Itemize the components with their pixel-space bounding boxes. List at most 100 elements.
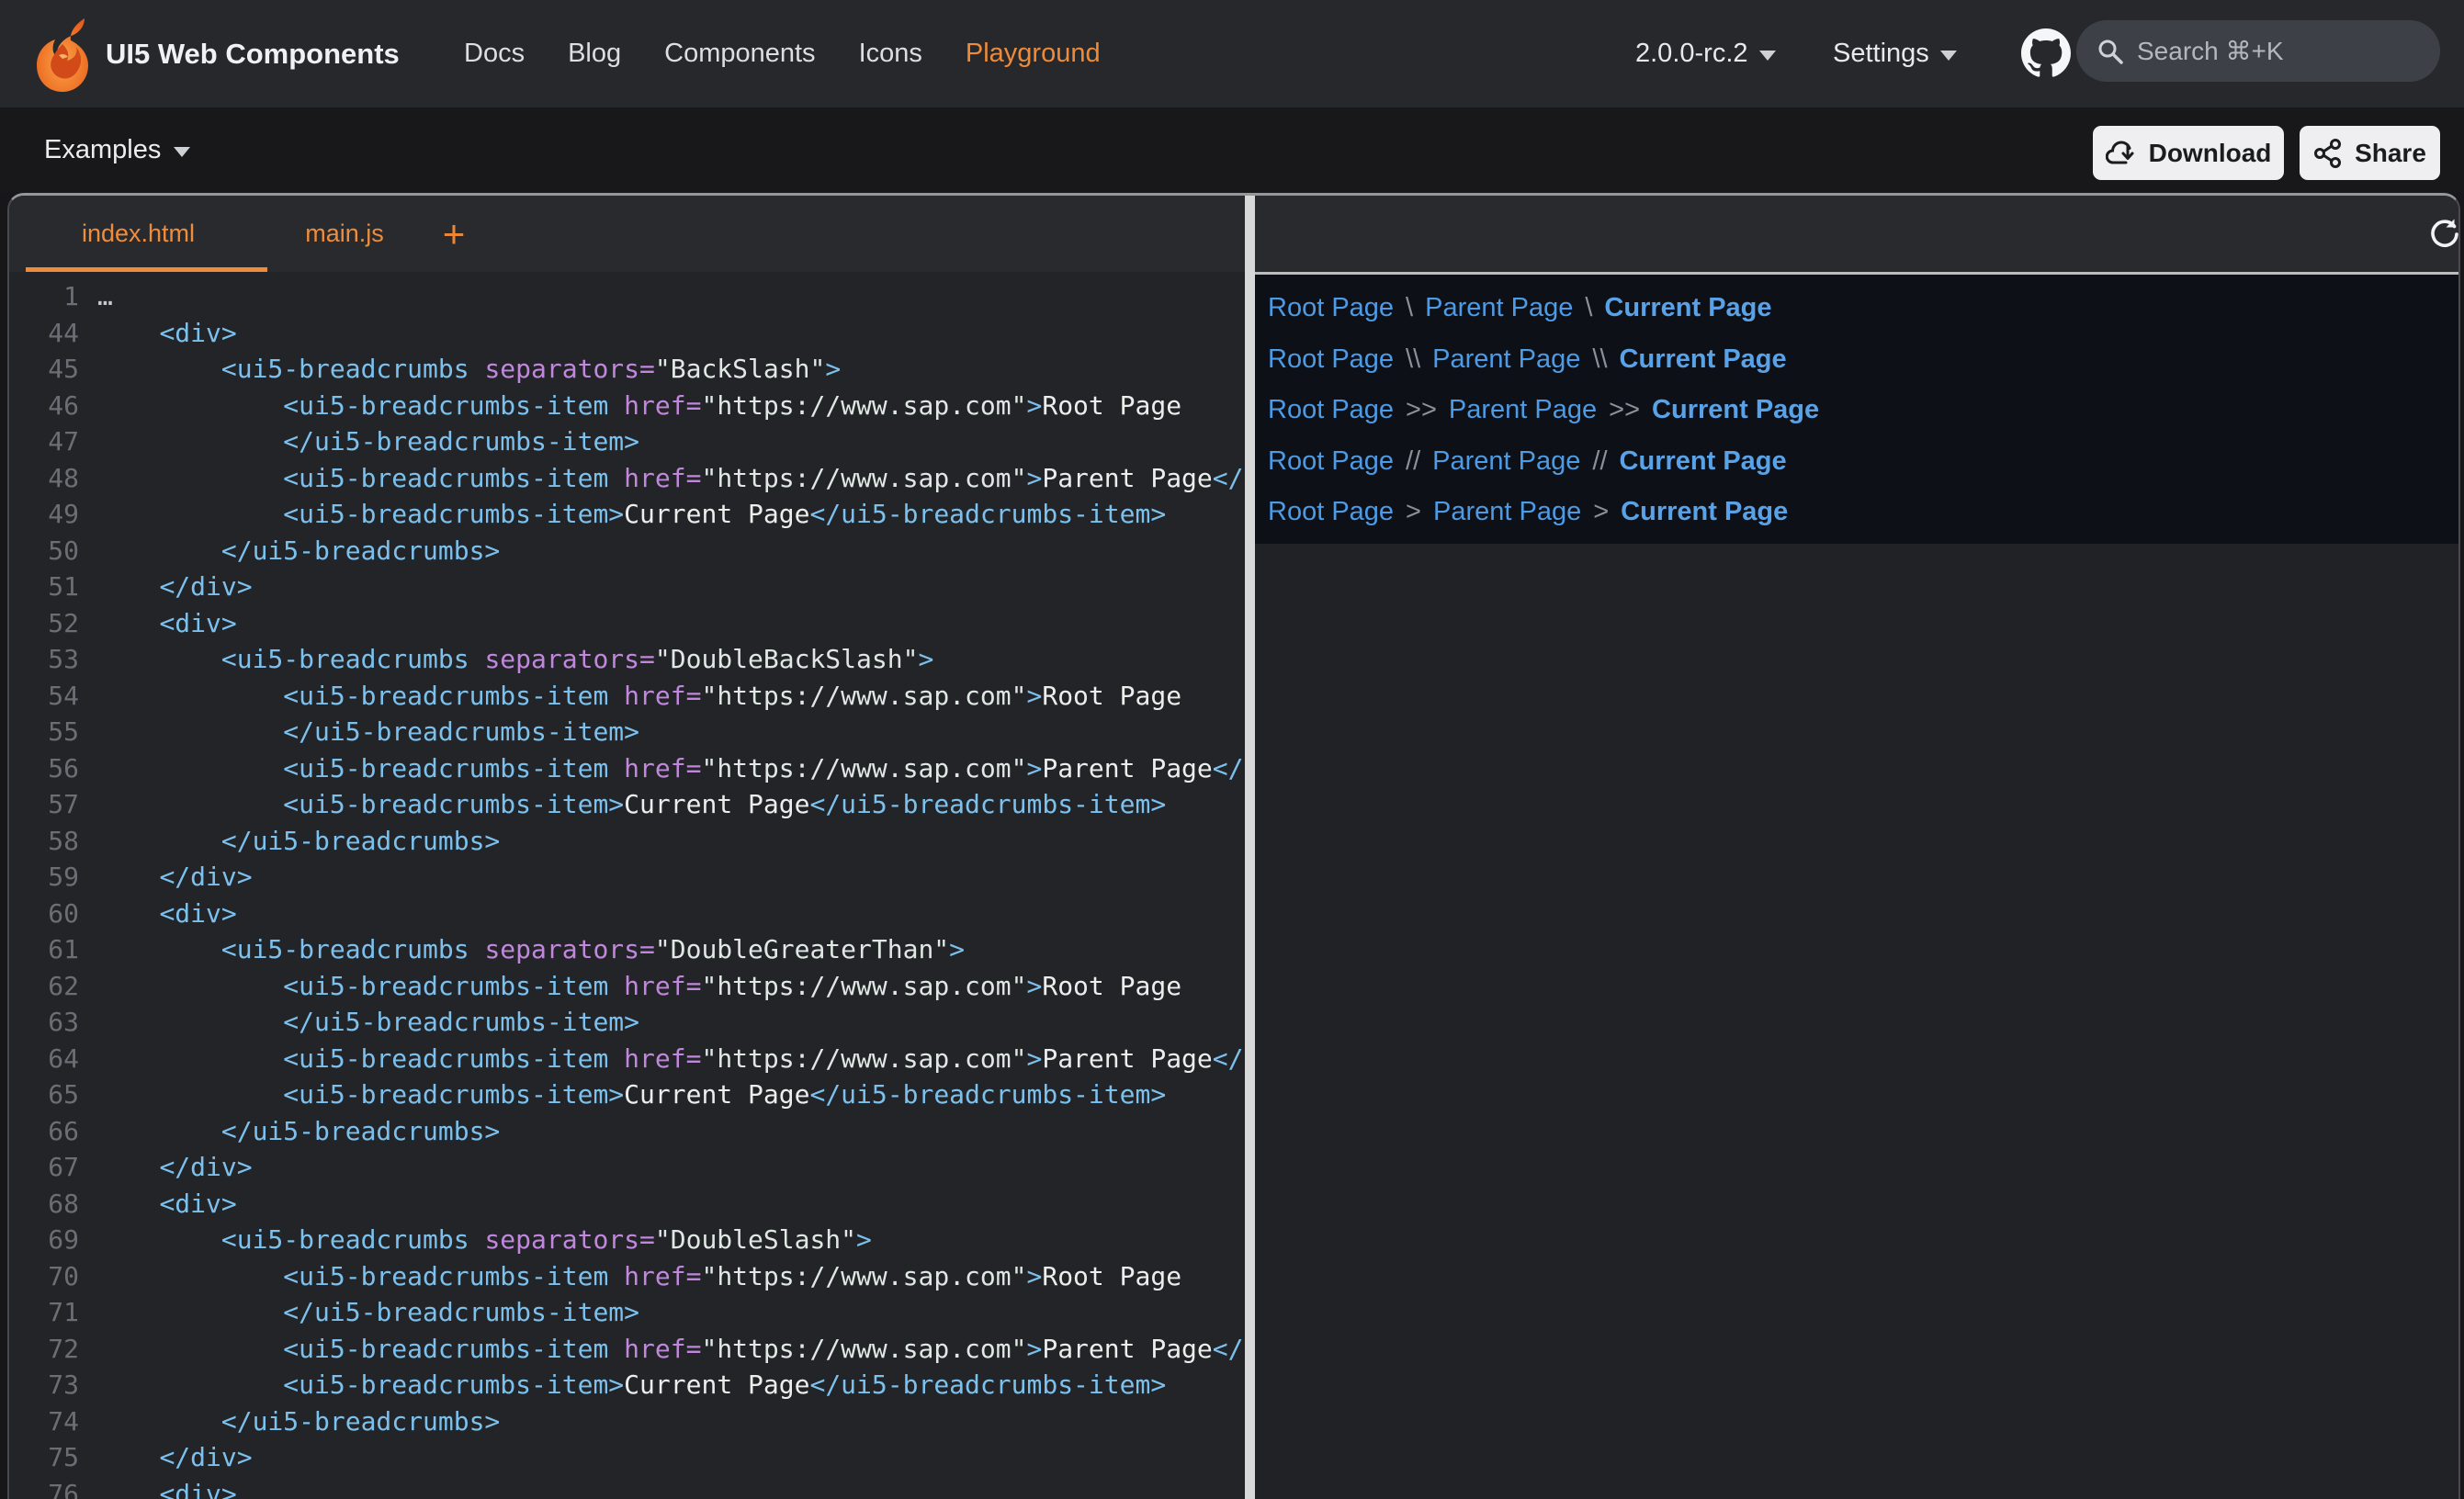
refresh-icon[interactable] xyxy=(2425,215,2460,254)
version-dropdown[interactable]: 2.0.0-rc.2 xyxy=(1635,0,1776,107)
line-source: <ui5-breadcrumbs-item>Current Page</ui5-… xyxy=(97,1076,1166,1113)
settings-label: Settings xyxy=(1833,39,1929,69)
settings-dropdown[interactable]: Settings xyxy=(1833,0,1957,107)
breadcrumbs-row: Root Page // Parent Page // Current Page xyxy=(1268,436,2458,488)
code-line: 56 <ui5-breadcrumbs-item href="https://w… xyxy=(9,750,1245,787)
nav-item-blog[interactable]: Blog xyxy=(568,39,621,69)
line-source: <ui5-breadcrumbs-item href="https://www.… xyxy=(97,1258,1181,1295)
line-number: 73 xyxy=(9,1367,79,1403)
code-line: 61 <ui5-breadcrumbs separators="DoubleGr… xyxy=(9,931,1245,968)
line-number: 74 xyxy=(9,1403,79,1440)
line-source: </ui5-breadcrumbs> xyxy=(97,1403,500,1440)
line-source: </ui5-breadcrumbs-item> xyxy=(97,423,639,460)
code-line: 46 <ui5-breadcrumbs-item href="https://w… xyxy=(9,388,1245,424)
tab-label: index.html xyxy=(82,220,195,248)
breadcrumb-link[interactable]: Root Page xyxy=(1268,293,1394,323)
code-line: 67 </div> xyxy=(9,1149,1245,1186)
code-line: 59 </div> xyxy=(9,859,1245,896)
code-line: 49 <ui5-breadcrumbs-item>Current Page</u… xyxy=(9,496,1245,533)
panel-splitter-handle[interactable] xyxy=(1245,196,1255,1499)
chevron-down-icon xyxy=(174,147,190,157)
code-line: 44 <div> xyxy=(9,315,1245,352)
code-line: 74 </ui5-breadcrumbs> xyxy=(9,1403,1245,1440)
line-number: 68 xyxy=(9,1186,79,1223)
breadcrumb-current: Current Page xyxy=(1620,446,1787,477)
line-number: 63 xyxy=(9,1004,79,1041)
code-line: 64 <ui5-breadcrumbs-item href="https://w… xyxy=(9,1041,1245,1077)
tab-index.html[interactable]: index.html xyxy=(9,196,267,272)
code-editor[interactable]: 1…44 <div>45 <ui5-breadcrumbs separators… xyxy=(9,272,1245,1499)
github-icon[interactable] xyxy=(2021,28,2071,78)
breadcrumb-link[interactable]: Parent Page xyxy=(1449,395,1597,425)
breadcrumb-link[interactable]: Root Page xyxy=(1268,344,1394,375)
breadcrumb-link[interactable]: Parent Page xyxy=(1433,497,1581,527)
breadcrumb-separator: // xyxy=(1592,446,1607,477)
breadcrumb-separator: > xyxy=(1406,497,1421,527)
examples-dropdown[interactable]: Examples xyxy=(44,107,190,193)
download-button[interactable]: Download xyxy=(2093,126,2284,180)
code-line: 65 <ui5-breadcrumbs-item>Current Page</u… xyxy=(9,1076,1245,1113)
breadcrumb-link[interactable]: Root Page xyxy=(1268,395,1394,425)
breadcrumb-link[interactable]: Parent Page xyxy=(1425,293,1573,323)
code-line: 45 <ui5-breadcrumbs separators="BackSlas… xyxy=(9,351,1245,388)
code-line: 50 </ui5-breadcrumbs> xyxy=(9,533,1245,569)
line-source: </div> xyxy=(97,1149,253,1186)
line-source: … xyxy=(97,278,113,315)
line-source: <div> xyxy=(97,896,237,932)
breadcrumb-link[interactable]: Parent Page xyxy=(1432,446,1580,477)
line-source: <ui5-breadcrumbs-item href="https://www.… xyxy=(97,968,1181,1005)
code-line: 71 </ui5-breadcrumbs-item> xyxy=(9,1294,1245,1331)
line-number: 72 xyxy=(9,1331,79,1368)
download-label: Download xyxy=(2149,139,2272,168)
code-line: 51 </div> xyxy=(9,569,1245,605)
breadcrumbs-row: Root Page>>Parent Page>>Current Page xyxy=(1268,385,2458,436)
share-button[interactable]: Share xyxy=(2300,126,2440,180)
breadcrumb-separator: \\ xyxy=(1406,344,1420,375)
examples-label: Examples xyxy=(44,135,161,165)
cloud-download-icon xyxy=(2106,140,2137,167)
nav-item-components[interactable]: Components xyxy=(664,39,815,69)
line-source: <ui5-breadcrumbs-item href="https://www.… xyxy=(97,750,1245,787)
search-placeholder: Search ⌘+K xyxy=(2137,36,2284,66)
code-line: 73 <ui5-breadcrumbs-item>Current Page</u… xyxy=(9,1367,1245,1403)
nav-item-playground[interactable]: Playground xyxy=(966,39,1101,69)
preview-toolbar xyxy=(1255,196,2458,272)
code-line: 58 </ui5-breadcrumbs> xyxy=(9,823,1245,860)
nav-item-icons[interactable]: Icons xyxy=(859,39,922,69)
breadcrumb-link[interactable]: Parent Page xyxy=(1432,344,1580,375)
chevron-down-icon xyxy=(1759,51,1776,61)
line-source: </ui5-breadcrumbs-item> xyxy=(97,714,639,750)
line-number: 44 xyxy=(9,315,79,352)
line-source: <ui5-breadcrumbs-item href="https://www.… xyxy=(97,460,1245,497)
line-number: 59 xyxy=(9,859,79,896)
search-input[interactable]: Search ⌘+K xyxy=(2076,20,2440,82)
line-number: 66 xyxy=(9,1113,79,1150)
line-number: 48 xyxy=(9,460,79,497)
ui5-phoenix-logo-icon[interactable] xyxy=(28,13,101,97)
add-tab-button[interactable]: + xyxy=(422,196,486,272)
code-line: 76 <div> xyxy=(9,1476,1245,1499)
search-icon xyxy=(2097,38,2124,65)
breadcrumb-link[interactable]: Root Page xyxy=(1268,497,1394,527)
line-number: 52 xyxy=(9,605,79,642)
code-line: 54 <ui5-breadcrumbs-item href="https://w… xyxy=(9,678,1245,715)
code-line: 47 </ui5-breadcrumbs-item> xyxy=(9,423,1245,460)
code-line: 69 <ui5-breadcrumbs separators="DoubleSl… xyxy=(9,1222,1245,1258)
line-source: <div> xyxy=(97,1186,237,1223)
line-number: 64 xyxy=(9,1041,79,1077)
preview-frame: Root Page\Parent Page\Current PageRoot P… xyxy=(1255,275,2458,544)
line-number: 51 xyxy=(9,569,79,605)
nav-item-docs[interactable]: Docs xyxy=(464,39,525,69)
line-source: </ui5-breadcrumbs-item> xyxy=(97,1294,639,1331)
line-number: 75 xyxy=(9,1439,79,1476)
line-source: <ui5-breadcrumbs separators="BackSlash"> xyxy=(97,351,841,388)
breadcrumb-separator: // xyxy=(1406,446,1420,477)
line-number: 71 xyxy=(9,1294,79,1331)
code-line: 48 <ui5-breadcrumbs-item href="https://w… xyxy=(9,460,1245,497)
tab-main.js[interactable]: main.js xyxy=(267,196,422,272)
code-line: 52 <div> xyxy=(9,605,1245,642)
breadcrumb-link[interactable]: Root Page xyxy=(1268,446,1394,477)
breadcrumb-separator: \\ xyxy=(1592,344,1607,375)
top-header: UI5 Web Components DocsBlogComponentsIco… xyxy=(0,0,2464,107)
breadcrumb-separator: >> xyxy=(1609,395,1640,425)
